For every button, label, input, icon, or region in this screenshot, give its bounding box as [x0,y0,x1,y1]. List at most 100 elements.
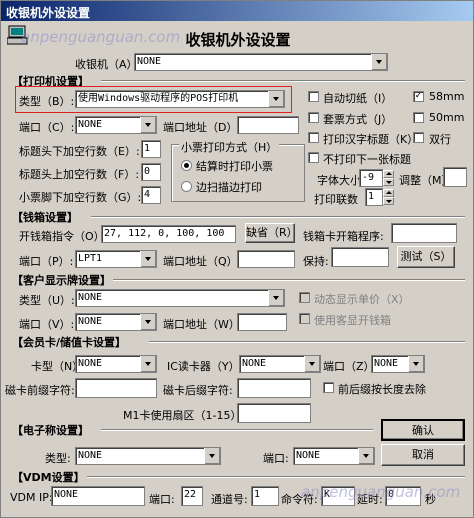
chevron-down-icon[interactable] [204,448,220,464]
cashbox-section-divider [91,216,465,218]
scale-port-value: NONE [296,450,321,461]
chevron-down-icon[interactable] [268,91,284,107]
pos-label: 收银机（A）: [75,58,142,71]
cashbox-port-select[interactable]: LPT1 [75,250,157,268]
scale-section-divider [101,429,373,431]
display-type-select[interactable]: NONE [75,289,285,307]
no-next-title-label: 不打印下一张标题 [323,153,411,166]
dynamic-price-label: 动态显示单价（X） [314,293,410,306]
default-button[interactable]: 缺省（R） [245,223,298,243]
chevron-down-icon[interactable] [358,448,374,464]
scale-section-title: 【电子称设置】 [12,424,89,437]
no-next-title-checkbox[interactable] [308,152,319,163]
cashbox-cmd-input[interactable]: 27, 112, 0, 100, 100 [101,225,236,243]
head-above-input[interactable]: 0 [141,163,161,181]
cashbox-section-title: 【钱箱设置】 [12,211,78,224]
vdm-channel-input[interactable]: 1 [251,486,279,506]
pos-select[interactable]: NONE [134,53,388,71]
vdm-section-divider [87,476,465,478]
chevron-down-icon[interactable] [140,117,156,133]
chevron-down-icon[interactable] [140,356,156,372]
display-port-select[interactable]: NONE [75,313,157,331]
cashbox-cmd-label: 开钱箱指令（O）: [19,230,109,243]
m1-input[interactable] [237,403,311,423]
chevron-down-icon[interactable] [371,54,387,70]
chevron-down-icon[interactable] [304,356,320,372]
spin-up-icon[interactable] [383,189,394,197]
paper58-label: 58mm [429,90,465,103]
spin-down-icon[interactable] [383,197,394,205]
paper50-label: 50mm [429,111,465,124]
display-addr-input[interactable] [237,313,287,331]
member-port-value: NONE [374,358,399,369]
print-mode-title: 小票打印方式（H） [179,139,280,155]
chinese-title-checkbox[interactable] [308,132,319,143]
use-cashbox-label: 使用客显开钱箱 [314,314,391,327]
member-section-title: 【会员卡/储值卡设置】 [12,336,127,349]
ic-reader-label: IC读卡器（Y）: [167,360,244,373]
display-addr-label: 端口地址（W）: [163,318,244,331]
card-prog-input[interactable] [391,223,457,243]
printer-type-value: 使用Windows驱动程序的POS打印机 [78,93,239,104]
chevron-down-icon[interactable] [140,314,156,330]
head-below-input[interactable]: 1 [141,140,161,158]
suffix-label: 磁卡后缀字符: [163,384,233,397]
paper58-checkbox[interactable]: ✓ [413,91,424,102]
member-port-select[interactable]: NONE [371,355,425,373]
settings-window: 收银机外设设置 anpenguanguan.com 收银机外设设置 收银机（A）… [0,0,474,518]
foot-below-input[interactable]: 4 [141,186,161,204]
copies-spinner[interactable] [383,189,394,205]
double-line-label: 双行 [429,133,451,146]
hold-input[interactable] [331,247,389,267]
adjust-input[interactable] [443,167,467,187]
cashbox-addr-label: 端口地址（Q）: [163,255,242,268]
pos-select-value: NONE [137,56,162,67]
chevron-down-icon[interactable] [140,251,156,267]
display-section-title: 【客户显示牌设置】 [12,274,111,287]
printer-type-select[interactable]: 使用Windows驱动程序的POS打印机 [75,90,285,108]
vdm-port-input[interactable]: 22 [181,486,203,506]
ic-reader-select[interactable]: NONE [239,355,321,373]
suffix-input[interactable] [237,378,311,398]
chevron-down-icon[interactable] [408,356,424,372]
ok-button[interactable]: 确认 [381,419,465,441]
prefix-len-checkbox[interactable] [323,382,334,393]
use-cashbox-checkbox[interactable] [299,313,310,324]
prefix-label: 磁卡前缀字符: [5,384,75,397]
printer-addr-input[interactable] [237,116,299,134]
chevron-down-icon[interactable] [268,290,284,306]
scale-port-label: 端口: [263,452,289,465]
card-type-select[interactable]: NONE [75,355,157,373]
copies-input[interactable]: 1 [365,188,383,206]
vdm-ip-input[interactable]: NONE [51,486,145,506]
scale-type-select[interactable]: NONE [75,447,221,465]
display-type-label: 类型（U）: [19,294,75,307]
chinese-title-label: 打印汉字标题（K） [323,133,419,146]
cashbox-addr-input[interactable] [237,250,295,268]
prefix-input[interactable] [75,378,157,398]
set-ticket-checkbox[interactable] [308,112,319,123]
hold-label: 保持: [303,255,329,268]
scale-type-value: NONE [78,450,103,461]
double-line-checkbox[interactable] [413,132,424,143]
scale-port-select[interactable]: NONE [293,447,375,465]
vdm-ip-label: VDM IP: [10,491,53,504]
auto-cut-checkbox[interactable] [308,91,319,102]
mode-settle-radio[interactable] [181,160,192,171]
printer-port-select[interactable]: NONE [75,116,157,134]
prefix-len-label: 前后缀按长度去除 [338,383,426,396]
dynamic-price-checkbox[interactable] [299,292,310,303]
test-button[interactable]: 测试（S） [397,246,455,268]
dialog-heading: 收银机外设设置 [185,31,291,49]
mode-scan-radio[interactable] [181,181,192,192]
paper50-checkbox[interactable] [413,112,424,123]
member-port-label: 端口（Z）: [323,360,379,373]
cancel-button[interactable]: 取消 [381,444,465,466]
font-size-spinner[interactable] [383,170,394,186]
font-size-input[interactable]: -9 [359,169,383,187]
card-prog-label: 钱箱卡开箱程序: [303,230,384,243]
spin-down-icon[interactable] [383,178,394,186]
m1-label: M1卡使用扇区（1-15）: [123,409,246,422]
foot-below-label: 小票脚下加空行数（G）: [19,191,142,204]
spin-up-icon[interactable] [383,170,394,178]
